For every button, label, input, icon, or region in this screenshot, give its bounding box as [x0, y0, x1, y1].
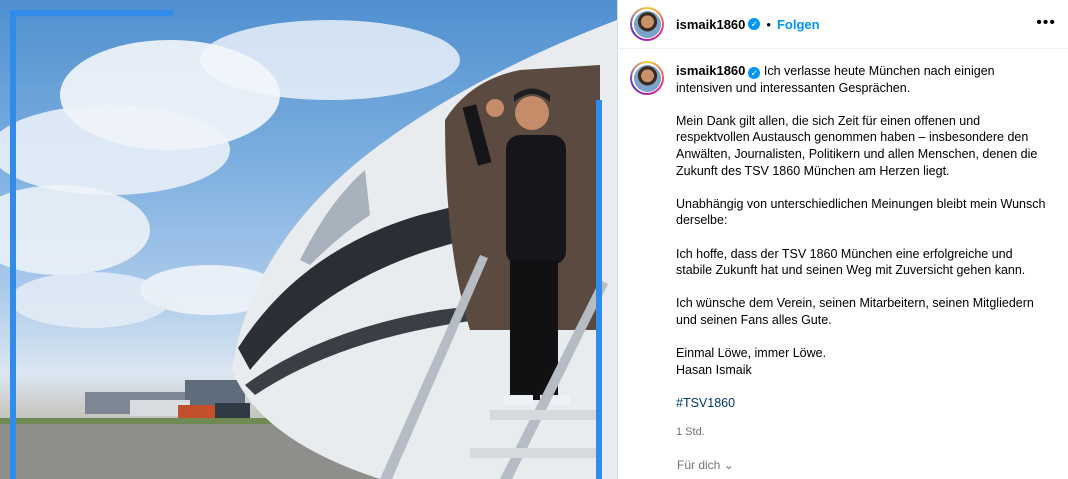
chevron-down-icon: ⌄ — [723, 458, 734, 472]
caption-paragraph: Unabhängig von unterschiedlichen Meinung… — [676, 196, 1046, 228]
for-you-dropdown[interactable]: Für dich ⌄ — [677, 458, 734, 472]
instagram-post: ismaik1860 ✓ • Folgen ••• ismaik1860 ✓ Ic… — [0, 0, 1068, 479]
caption-paragraph: Ich wünsche dem Verein, seinen Mitarbeit… — [676, 296, 1034, 327]
more-options-icon[interactable]: ••• — [1036, 14, 1056, 32]
for-you-label: Für dich — [677, 458, 721, 472]
post-timestamp[interactable]: 1 Std. — [676, 424, 1046, 441]
post-sidebar: ismaik1860 ✓ • Folgen ••• ismaik1860 ✓ Ic… — [617, 0, 1068, 479]
caption-text: ismaik1860 ✓ Ich verlasse heute München n… — [676, 63, 1046, 441]
separator: • — [766, 16, 771, 32]
avatar[interactable] — [630, 7, 664, 41]
username-link[interactable]: ismaik1860 — [676, 17, 745, 32]
verified-badge-icon: ✓ — [748, 18, 761, 30]
follow-button[interactable]: Folgen — [777, 17, 820, 32]
jet-photo — [0, 10, 617, 479]
caption-paragraph: Ich hoffe, dass der TSV 1860 München ein… — [676, 246, 1026, 278]
caption-avatar[interactable] — [630, 61, 664, 95]
signature-line: Hasan Ismaik — [676, 362, 752, 377]
caption-verified-badge-icon: ✓ — [748, 67, 761, 79]
closing-line: Einmal Löwe, immer Löwe. — [676, 346, 827, 361]
caption-username-link[interactable]: ismaik1860 — [676, 63, 745, 78]
caption-section: ismaik1860 ✓ Ich verlasse heute München n… — [618, 49, 1068, 441]
hashtag-link[interactable]: #TSV1860 — [676, 396, 735, 410]
post-image[interactable] — [0, 0, 617, 479]
post-header: ismaik1860 ✓ • Folgen ••• — [618, 0, 1068, 48]
caption-paragraph: Mein Dank gilt allen, die sich Zeit für … — [676, 113, 1038, 178]
